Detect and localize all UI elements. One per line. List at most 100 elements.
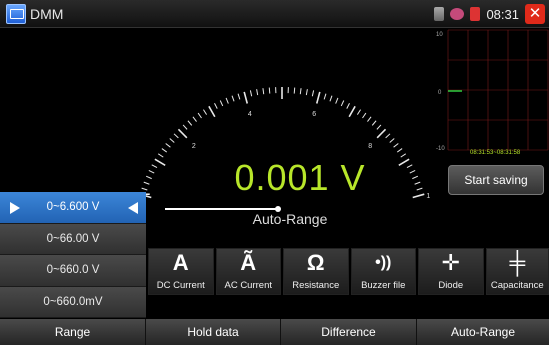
gauge-tick — [346, 103, 350, 109]
range-option-6v[interactable]: 0~6.600 V — [0, 192, 146, 224]
gauge-tick — [177, 128, 188, 139]
gauge-tick — [389, 138, 395, 143]
close-icon[interactable]: ✕ — [525, 4, 545, 24]
gauge-tick — [356, 109, 361, 115]
gauge-tick — [315, 91, 321, 104]
gauge-scale-label: 4 — [248, 111, 252, 118]
gauge-tick — [406, 164, 413, 169]
range-option-label: 0~660.0mV — [43, 295, 103, 308]
gauge-tick — [173, 133, 179, 139]
gauge-tick — [148, 169, 155, 174]
gauge-scale-label: 10 — [426, 193, 430, 200]
range-option-66v[interactable]: 0~66.00 V — [0, 223, 146, 255]
gauge-scale-label: 2 — [192, 143, 196, 150]
range-mode-label: Auto-Range — [252, 211, 328, 227]
auto-range-button[interactable]: Auto-Range — [417, 319, 549, 345]
range-option-label: 0~66.00 V — [46, 232, 100, 245]
gauge-tick — [305, 89, 308, 96]
gauge-tick — [143, 181, 150, 185]
gauge-tick — [376, 124, 382, 130]
range-option-660mv[interactable]: 0~660.0mV — [0, 286, 146, 318]
gauge-tick — [249, 90, 253, 97]
gauge-tick — [165, 143, 171, 148]
gauge-tick — [393, 143, 399, 148]
gauge-tick — [192, 116, 197, 122]
range-button[interactable]: Range — [0, 319, 146, 345]
gauge-tick — [412, 193, 425, 199]
range-option-label: 0~6.600 V — [46, 201, 100, 213]
gauge-tick — [145, 175, 152, 180]
capacitor-icon: ╪ — [509, 250, 526, 275]
range-option-660v[interactable]: 0~660.0 V — [0, 255, 146, 287]
func-label: Buzzer file — [361, 280, 406, 291]
bottom-toolbar: Range Hold data Difference Auto-Range — [0, 319, 549, 345]
gauge-tick — [214, 103, 218, 109]
gauge-tick — [154, 158, 166, 167]
func-label: Capacitance — [490, 280, 544, 291]
gauge-tick — [161, 148, 168, 153]
gauge-tick — [416, 187, 423, 191]
func-label: Resistance — [292, 280, 340, 291]
gauge-tick — [203, 109, 208, 115]
gauge-tick — [237, 93, 241, 100]
resistance-button[interactable]: Ω Resistance — [283, 248, 349, 295]
gauge-tick — [256, 89, 259, 96]
gauge-scale-label: 8 — [368, 143, 372, 150]
gauge-tick — [141, 187, 148, 191]
ohm-icon: Ω — [306, 250, 325, 275]
dc-current-icon: A — [172, 250, 189, 275]
function-buttons: A DC Current Ã AC Current Ω Resistance •… — [148, 248, 549, 295]
diode-icon: ✛ — [441, 250, 460, 275]
dmm-app-icon — [6, 4, 26, 24]
hold-data-button[interactable]: Hold data — [146, 319, 281, 345]
gauge-tick — [340, 100, 345, 107]
buzzer-icon: •)) — [375, 254, 392, 271]
trend-ytick-top: 10 — [436, 32, 443, 38]
dc-current-button[interactable]: A DC Current — [148, 248, 214, 295]
gauge-tick — [414, 181, 421, 185]
gauge-tick — [299, 88, 302, 95]
gauge-tick — [225, 97, 229, 104]
gauge-tick — [268, 87, 271, 94]
gauge-tick — [219, 100, 224, 107]
gauge-tick — [151, 164, 158, 169]
trend-ytick-bottom: -10 — [436, 146, 445, 152]
gauge-tick — [187, 120, 193, 126]
gauge-tick — [182, 124, 188, 130]
range-dropdown: 0~6.600 V 0~66.00 V 0~660.0 V 0~660.0mV — [0, 192, 146, 318]
status-icons: 08:31 ✕ — [434, 3, 545, 25]
gauge-tick — [293, 87, 296, 94]
app-title: DMM — [30, 6, 64, 22]
gauge-tick — [208, 105, 216, 118]
usb-icon — [450, 8, 465, 20]
gauge-tick — [323, 93, 327, 100]
gauge-tick — [243, 91, 249, 104]
gauge-tick — [412, 175, 419, 180]
buzzer-button[interactable]: •)) Buzzer file — [350, 248, 416, 295]
ac-current-button[interactable]: Ã AC Current — [215, 248, 281, 295]
trend-time-range: 08:31:53~08:31:58 — [470, 150, 521, 156]
trend-grid — [447, 29, 549, 151]
gauge-tick — [329, 95, 333, 102]
sd-card-icon — [470, 7, 481, 21]
gauge-tick — [385, 133, 391, 139]
gauge-tick — [371, 120, 377, 126]
gauge-tick — [409, 169, 416, 174]
trend-ytick-mid: 0 — [438, 90, 442, 96]
diode-button[interactable]: ✛ Diode — [418, 248, 484, 295]
start-saving-button[interactable]: Start saving — [448, 165, 544, 195]
gauge-tick — [376, 128, 387, 139]
gauge-tick — [169, 138, 175, 143]
status-bar: DMM 08:31 ✕ — [0, 0, 549, 28]
trend-chart: 10 0 -10 — [436, 29, 549, 152]
gauge-tick — [348, 105, 356, 118]
gauge-tick — [262, 88, 265, 95]
gauge-tick — [335, 97, 339, 104]
capacitance-button[interactable]: ╪ Capacitance — [485, 248, 549, 295]
func-label: Diode — [438, 280, 464, 291]
clock: 08:31 — [486, 6, 519, 22]
gauge-tick — [231, 95, 235, 102]
func-label: AC Current — [224, 280, 272, 291]
difference-button[interactable]: Difference — [281, 319, 417, 345]
arrow-right-icon — [10, 202, 20, 214]
